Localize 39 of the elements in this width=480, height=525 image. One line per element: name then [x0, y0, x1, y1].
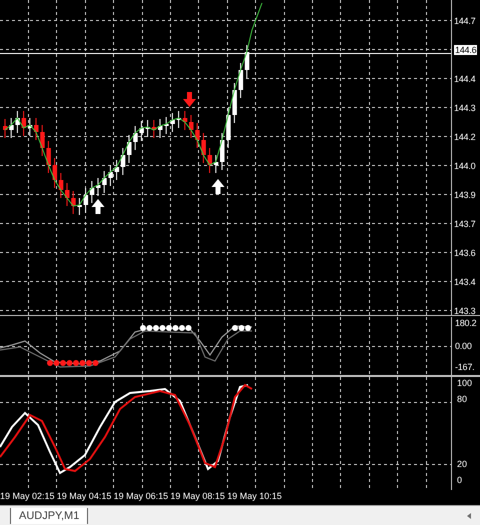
price-label: 144.3 — [454, 102, 476, 112]
sell-arrow-icon — [183, 92, 196, 107]
time-label: 19 May 06:15 — [114, 491, 168, 502]
price-label: 144.7 — [454, 16, 476, 26]
time-label: 19 May 10:15 — [227, 491, 282, 502]
buy-arrow-icon — [212, 179, 224, 194]
buy-arrow-icon — [92, 199, 104, 214]
candlestick — [158, 118, 162, 138]
price-label: 144.0 — [454, 160, 476, 170]
price-label: 143.4 — [454, 276, 476, 286]
indicator-label: 100 — [457, 378, 472, 388]
price-label: 143.7 — [454, 218, 476, 228]
indicator-label: 0.00 — [455, 341, 472, 351]
dot-row — [47, 360, 98, 366]
time-label: 19 May 08:15 — [170, 491, 225, 502]
candlestick — [34, 118, 38, 140]
price-label: 143.9 — [454, 190, 476, 200]
time-label: 19 May 02:15 — [0, 491, 55, 502]
candlestick — [96, 178, 100, 196]
candlestick — [220, 132, 224, 170]
candlestick — [3, 118, 8, 138]
indicator-label: 180.2 — [455, 318, 476, 328]
indicator-label: 0 — [457, 475, 462, 485]
candlestick — [189, 114, 194, 138]
price-label: 143.3 — [454, 306, 476, 316]
dot-row — [140, 325, 192, 331]
price-label: 144.6 — [454, 44, 478, 54]
chart-tab[interactable]: AUDJPY,M1 — [10, 508, 88, 524]
indicator-label: -167. — [455, 362, 474, 372]
candlestick — [127, 134, 132, 164]
candlestick — [65, 182, 70, 206]
indicator-label: 80 — [457, 394, 468, 404]
price-label: 144.2 — [454, 132, 476, 142]
dot-row — [232, 325, 251, 331]
price-label: 143.6 — [454, 248, 476, 258]
indicator-label: 20 — [457, 459, 468, 469]
time-label: 19 May 04:15 — [56, 491, 112, 502]
price-label: 144.4 — [454, 74, 476, 84]
scroll-left-icon[interactable] — [467, 512, 471, 518]
